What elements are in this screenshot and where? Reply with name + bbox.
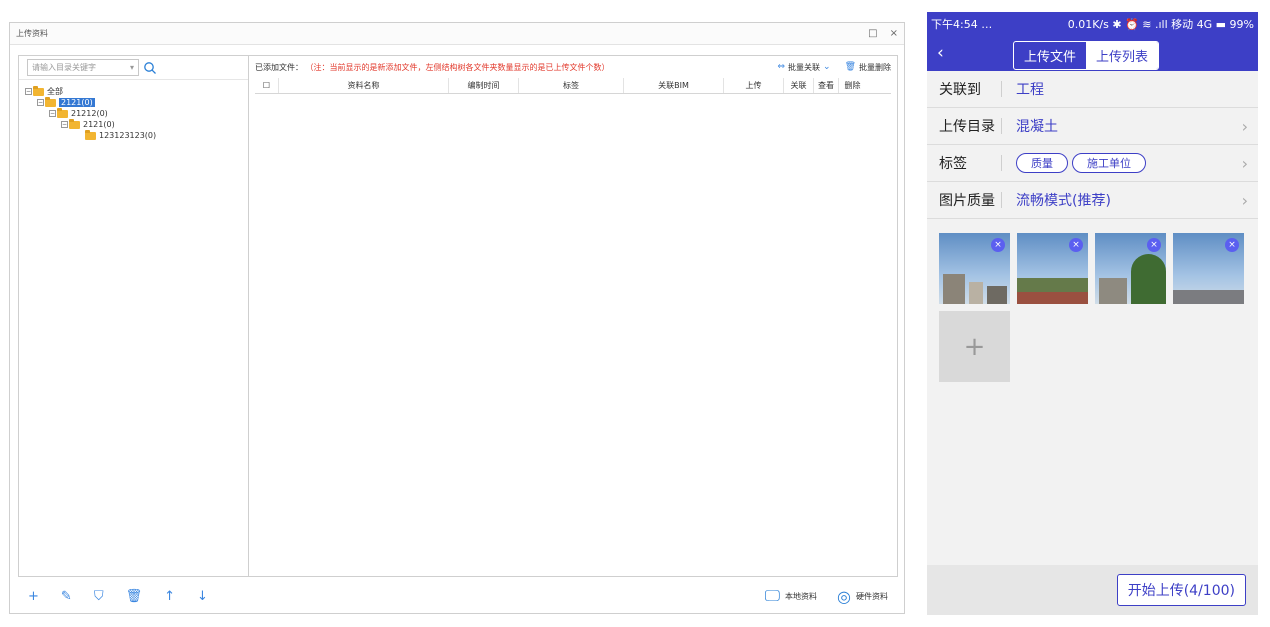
chevron-down-icon[interactable]: ▾	[130, 63, 134, 72]
close-button[interactable]: ×	[890, 28, 898, 39]
maximize-button[interactable]: □	[868, 28, 877, 39]
chevron-down-icon: ⌄	[823, 62, 831, 72]
col-view: 查看	[814, 78, 839, 93]
col-bim: 关联BIM	[624, 78, 724, 93]
added-files-label: 已添加文件：	[255, 62, 303, 72]
file-panel: 已添加文件： （注：当前显示的是新添加文件，左侧结构树各文件夹数量显示的是已上传…	[248, 55, 898, 577]
arrow-up-icon[interactable]: ↑	[164, 589, 175, 604]
add-photo-button[interactable]: +	[939, 311, 1010, 382]
tab-switch: 上传文件 上传列表	[1013, 41, 1160, 70]
back-icon[interactable]: ‹	[937, 43, 944, 63]
selected-node-label: 2121(0)	[59, 98, 95, 107]
directory-panel: 请输入目录关键字 ▾ − 全部 − 2121(0) − 21212(0) − 2…	[18, 55, 249, 577]
folder-icon	[57, 107, 68, 118]
chevron-right-icon: ›	[1241, 116, 1248, 136]
dialog-title: 上传资料	[16, 29, 48, 38]
status-time: 下午4:54 …	[931, 18, 993, 31]
status-indicators: 0.01K/s ✱ ⏰ ≋ .ıll 移动 4G ▬ 99%	[1067, 18, 1254, 31]
tree-node[interactable]: − 21212(0)	[49, 107, 242, 119]
form-row-link-to[interactable]: 关联到 工程	[927, 71, 1258, 108]
tag-chip[interactable]: 质量	[1016, 153, 1068, 173]
remove-icon[interactable]: ×	[1225, 238, 1239, 252]
photo-grid: × × × × +	[927, 219, 1258, 396]
link-icon: ⇔	[777, 62, 786, 72]
col-upload: 上传	[724, 78, 784, 93]
tree-node[interactable]: − 2121(0)	[37, 96, 242, 108]
photo-thumbnail[interactable]: ×	[939, 233, 1010, 304]
photo-thumbnail[interactable]: ×	[1017, 233, 1088, 304]
monitor-icon: 🖵	[764, 586, 781, 605]
select-all-checkbox[interactable]: ☐	[255, 78, 279, 93]
tree-node[interactable]: − 2121(0)	[61, 118, 242, 130]
tree-node-root[interactable]: − 全部	[25, 85, 242, 97]
add-icon[interactable]: +	[28, 589, 39, 604]
file-table-header: ☐ 资料名称 编制时间 标签 关联BIM 上传 关联 查看 删除	[255, 78, 891, 94]
dialog-bottom-bar: + ✎ ⛉ 🗑 ↑ ↓ 🖵 本地资料 ◎ 硬件资料	[10, 578, 906, 614]
collapse-icon[interactable]: −	[25, 88, 32, 95]
directory-tree: − 全部 − 2121(0) − 21212(0) − 2121(0) 1231…	[19, 80, 248, 147]
plus-icon: +	[963, 331, 986, 362]
folder-icon	[33, 85, 44, 96]
search-icon[interactable]	[143, 61, 157, 75]
col-date: 编制时间	[449, 78, 519, 93]
tag-chip[interactable]: 施工单位	[1072, 153, 1146, 173]
nav-bar: ‹ 上传文件 上传列表	[927, 36, 1258, 71]
form-row-image-quality[interactable]: 图片质量 流畅模式(推荐) ›	[927, 182, 1258, 219]
photo-thumbnail[interactable]: ×	[1095, 233, 1166, 304]
arrow-down-icon[interactable]: ↓	[197, 589, 208, 604]
footer-bar: 开始上传(4/100)	[927, 565, 1258, 615]
form-row-tags[interactable]: 标签 质量 施工单位 ›	[927, 145, 1258, 182]
chevron-right-icon: ›	[1241, 153, 1248, 173]
form-row-upload-dir[interactable]: 上传目录 混凝土 ›	[927, 108, 1258, 145]
start-upload-button[interactable]: 开始上传(4/100)	[1116, 574, 1246, 606]
remove-icon[interactable]: ×	[1147, 238, 1161, 252]
edit-icon[interactable]: ✎	[61, 589, 72, 604]
local-files-button[interactable]: 🖵 本地资料	[765, 586, 817, 606]
batch-delete-button[interactable]: 🗑 批量删除	[845, 62, 891, 73]
folder-icon	[85, 129, 96, 140]
note-text: （注：当前显示的是新添加文件，左侧结构树各文件夹数量显示的是已上传文件个数）	[305, 62, 610, 72]
trash-icon: 🗑	[844, 62, 856, 72]
col-link: 关联	[784, 78, 814, 93]
col-tag: 标签	[519, 78, 624, 93]
directory-search-input[interactable]: 请输入目录关键字 ▾	[27, 59, 139, 76]
tree-node[interactable]: 123123123(0)	[85, 129, 242, 141]
col-delete: 删除	[844, 81, 861, 90]
search-placeholder: 请输入目录关键字	[32, 63, 96, 72]
chevron-right-icon: ›	[1241, 190, 1248, 210]
collapse-icon[interactable]: −	[37, 99, 44, 106]
shield-check-icon[interactable]: ⛉	[94, 589, 104, 604]
collapse-icon[interactable]: −	[49, 110, 56, 117]
folder-icon	[69, 118, 80, 129]
remove-icon[interactable]: ×	[1069, 238, 1083, 252]
mobile-upload-screen: 下午4:54 … 0.01K/s ✱ ⏰ ≋ .ıll 移动 4G ▬ 99% …	[927, 12, 1258, 615]
dialog-titlebar: 上传资料 □ ×	[10, 23, 904, 45]
hardware-files-button[interactable]: ◎ 硬件资料	[837, 587, 888, 606]
trash-icon[interactable]: 🗑	[126, 589, 143, 604]
photo-thumbnail[interactable]: ×	[1173, 233, 1244, 304]
tab-upload-files[interactable]: 上传文件	[1014, 42, 1086, 69]
status-bar: 下午4:54 … 0.01K/s ✱ ⏰ ≋ .ıll 移动 4G ▬ 99%	[927, 12, 1258, 36]
col-name: 资料名称	[279, 78, 449, 93]
device-icon: ◎	[837, 586, 851, 606]
batch-link-button[interactable]: ⇔ 批量关联 ⌄	[777, 62, 830, 73]
folder-icon	[45, 96, 56, 107]
remove-icon[interactable]: ×	[991, 238, 1005, 252]
upload-dialog: 上传资料 □ × 请输入目录关键字 ▾ − 全部 − 2121(0) − 212…	[9, 22, 905, 614]
collapse-icon[interactable]: −	[61, 121, 68, 128]
tab-upload-list[interactable]: 上传列表	[1086, 42, 1159, 69]
